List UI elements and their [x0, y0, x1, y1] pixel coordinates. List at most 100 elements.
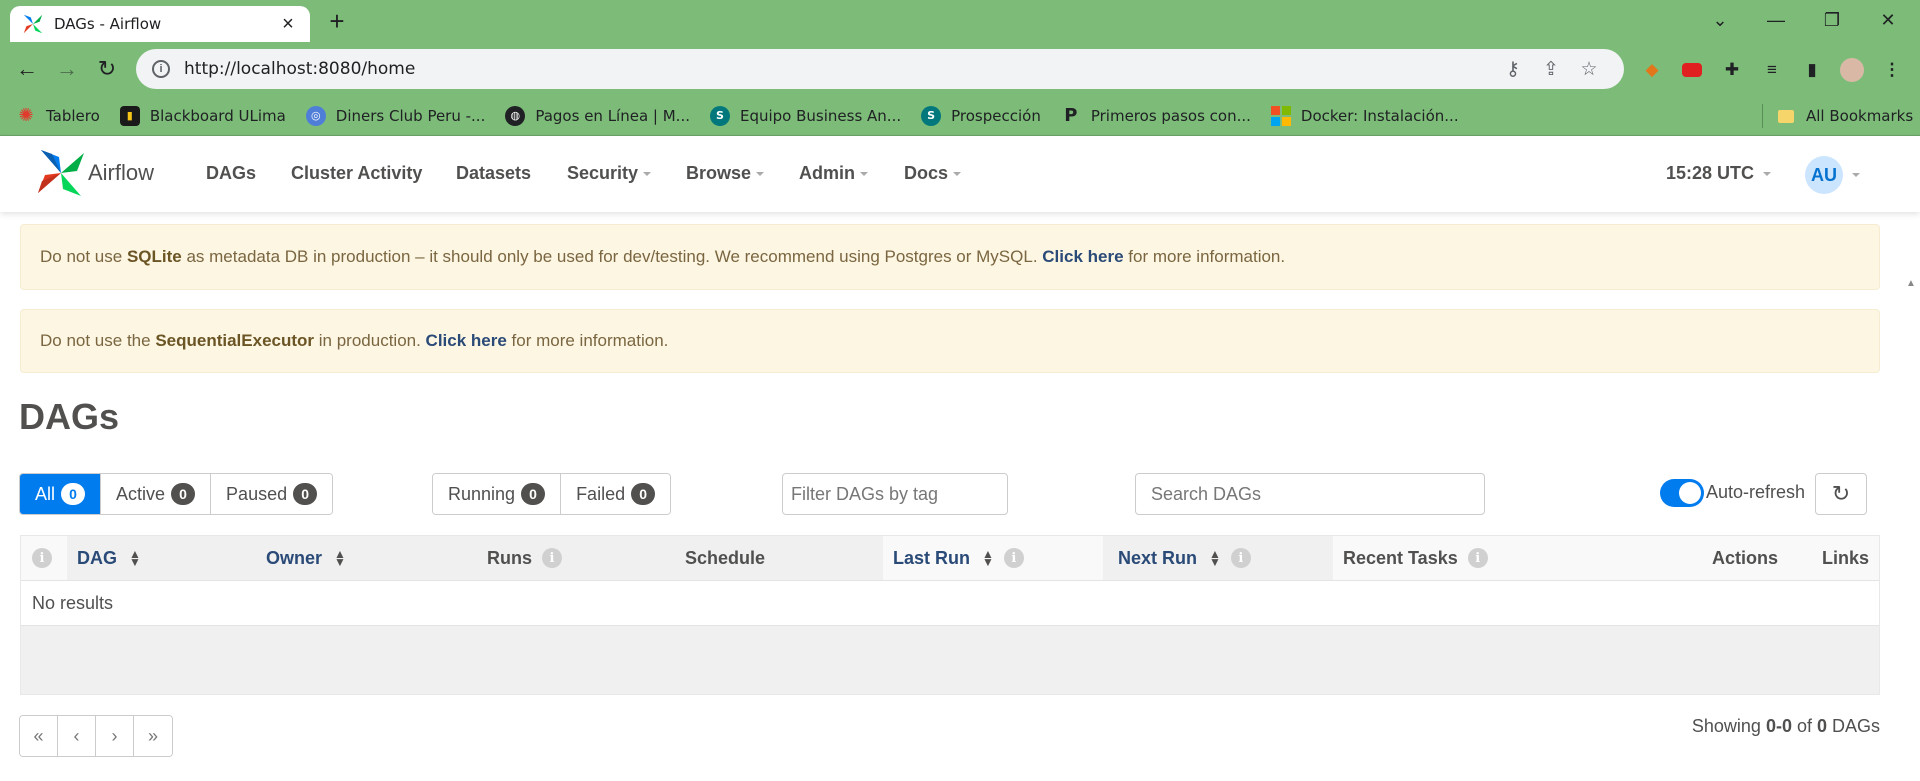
back-icon[interactable]: ← [11, 53, 43, 85]
filter-active-button[interactable]: Active 0 [101, 474, 212, 514]
header-label: Links [1822, 547, 1870, 568]
refresh-button[interactable]: ↻ [1815, 473, 1867, 515]
prev-page-button[interactable]: ‹ [58, 716, 96, 756]
nav-datasets[interactable]: Datasets [456, 163, 531, 184]
reading-list-icon[interactable]: ≡ [1758, 56, 1786, 84]
tab-title: DAGs - Airflow [54, 15, 162, 33]
more-menu-icon[interactable]: ⋮ [1878, 56, 1906, 84]
header-label: Owner [266, 547, 323, 568]
tab-search-chevron-icon[interactable]: ⌄ [1696, 4, 1744, 36]
minimize-icon[interactable]: — [1752, 4, 1800, 36]
forward-icon[interactable]: → [51, 53, 83, 85]
bookmark-item[interactable]: ▮ Blackboard ULima [119, 105, 286, 126]
canvas-icon: ✺ [18, 105, 34, 126]
filter-running-button[interactable]: Running 0 [433, 474, 562, 514]
site-info-icon[interactable]: i [152, 60, 170, 78]
timezone-clock[interactable]: 15:28 UTC [1666, 163, 1772, 184]
info-icon[interactable]: i [1230, 548, 1251, 568]
airflow-favicon-icon [23, 14, 43, 34]
tag-filter-input[interactable] [782, 473, 1008, 515]
bookmark-item[interactable]: ◍ Pagos en Línea | M... [505, 105, 690, 126]
restore-icon[interactable]: ❐ [1808, 4, 1856, 36]
pagination: « ‹ › » [19, 715, 173, 757]
bookmark-label: Tablero [46, 106, 100, 125]
bookmark-star-icon[interactable]: ☆ [1570, 58, 1608, 81]
sharepoint-icon: S [709, 105, 730, 126]
bookmark-label: Equipo Business An... [739, 106, 902, 125]
nav-label: Security [567, 163, 639, 183]
close-window-icon[interactable]: ✕ [1864, 4, 1912, 36]
auto-refresh-toggle[interactable] [1660, 479, 1704, 507]
count-badge: 0 [293, 483, 318, 505]
bookmark-item[interactable]: P Primeros pasos con... [1061, 105, 1251, 126]
scrollbar-up-arrow-icon[interactable]: ▲ [1906, 278, 1916, 289]
bookmark-item[interactable]: S Prospección [921, 105, 1041, 126]
header-owner[interactable]: Owner ▲ ▼ [266, 536, 346, 580]
airflow-brand[interactable]: Airflow [88, 160, 154, 186]
nav-label: Docs [904, 163, 949, 183]
bookmarks-divider [1762, 104, 1763, 128]
bookmark-label: Prospección [951, 106, 1041, 125]
key-icon[interactable]: ⚷ [1494, 58, 1532, 81]
empty-message: No results [32, 592, 114, 613]
sqlite-warning-alert: Do not use SQLite as metadata DB in prod… [20, 224, 1880, 290]
browser-toolbar: ← → ↻ i http://localhost:8080/home ⚷ ⇪ ☆… [0, 42, 1920, 96]
address-url[interactable]: http://localhost:8080/home [184, 59, 1494, 79]
header-next-run[interactable]: Next Run ▲ ▼ i [1118, 536, 1251, 580]
search-dags-input[interactable] [1135, 473, 1485, 515]
first-page-button[interactable]: « [20, 716, 58, 756]
info-icon[interactable]: i [1003, 548, 1024, 568]
last-page-button[interactable]: » [134, 716, 172, 756]
youtube-extension-icon[interactable] [1678, 56, 1706, 84]
header-last-run[interactable]: Last Run ▲ ▼ i [893, 536, 1024, 580]
info-icon[interactable]: i [542, 548, 562, 568]
next-page-button[interactable]: › [96, 716, 134, 756]
alert-text: in production. [314, 331, 426, 350]
profile-avatar-icon[interactable] [1838, 56, 1866, 84]
alert-link[interactable]: Click here [426, 331, 507, 350]
reload-icon[interactable]: ↻ [91, 53, 123, 85]
filter-paused-button[interactable]: Paused 0 [211, 474, 333, 514]
bookmark-item[interactable]: Docker: Instalación... [1270, 105, 1459, 126]
header-label: Next Run [1118, 547, 1198, 568]
nav-docs[interactable]: Docs [904, 163, 962, 184]
nav-label: Browse [686, 163, 752, 183]
extensions-puzzle-icon[interactable]: ✚ [1718, 56, 1746, 84]
nav-label: Admin [799, 163, 855, 183]
browser-tab[interactable]: DAGs - Airflow × [10, 6, 310, 42]
caret-down-icon [860, 171, 868, 176]
filter-label: Failed [576, 483, 626, 504]
filter-failed-button[interactable]: Failed 0 [561, 474, 671, 514]
share-icon[interactable]: ⇪ [1532, 58, 1570, 81]
side-panel-icon[interactable]: ▮ [1798, 56, 1826, 84]
showing-text: DAGs [1826, 716, 1880, 736]
nav-browse[interactable]: Browse [686, 163, 765, 184]
nav-label: Cluster Activity [291, 163, 423, 183]
all-bookmarks-button[interactable]: All Bookmarks [1778, 96, 1913, 136]
header-dag[interactable]: DAG ▲ ▼ [77, 536, 141, 580]
header-label: Recent Tasks [1343, 547, 1458, 568]
bookmark-item[interactable]: ✺ Tablero [16, 105, 100, 126]
header-label: Actions [1712, 547, 1779, 568]
showing-text: Showing [1691, 716, 1766, 736]
nav-admin[interactable]: Admin [799, 163, 868, 184]
address-bar[interactable]: i http://localhost:8080/home ⚷ ⇪ ☆ [136, 49, 1624, 89]
info-icon[interactable]: i [32, 548, 52, 568]
alert-text: Do not use the [40, 331, 156, 350]
nav-cluster-activity[interactable]: Cluster Activity [291, 163, 422, 184]
sort-icon: ▲ ▼ [334, 547, 346, 569]
metamask-icon[interactable]: ◆ [1638, 56, 1666, 84]
new-tab-icon[interactable]: + [322, 8, 352, 34]
info-icon[interactable]: i [1467, 548, 1488, 568]
airflow-logo-icon[interactable] [36, 148, 86, 198]
nav-security[interactable]: Security [567, 163, 652, 184]
alert-link[interactable]: Click here [1042, 247, 1123, 266]
sort-icon: ▲ ▼ [1209, 547, 1221, 569]
toggle-knob [1679, 482, 1701, 504]
close-tab-icon[interactable]: × [278, 14, 298, 34]
nav-dags[interactable]: DAGs [206, 163, 256, 184]
bookmark-item[interactable]: ◎ Diners Club Peru -... [305, 105, 485, 126]
filter-all-button[interactable]: All 0 [20, 474, 102, 514]
bookmark-item[interactable]: S Equipo Business An... [709, 105, 902, 126]
user-menu[interactable]: AU [1805, 156, 1860, 194]
